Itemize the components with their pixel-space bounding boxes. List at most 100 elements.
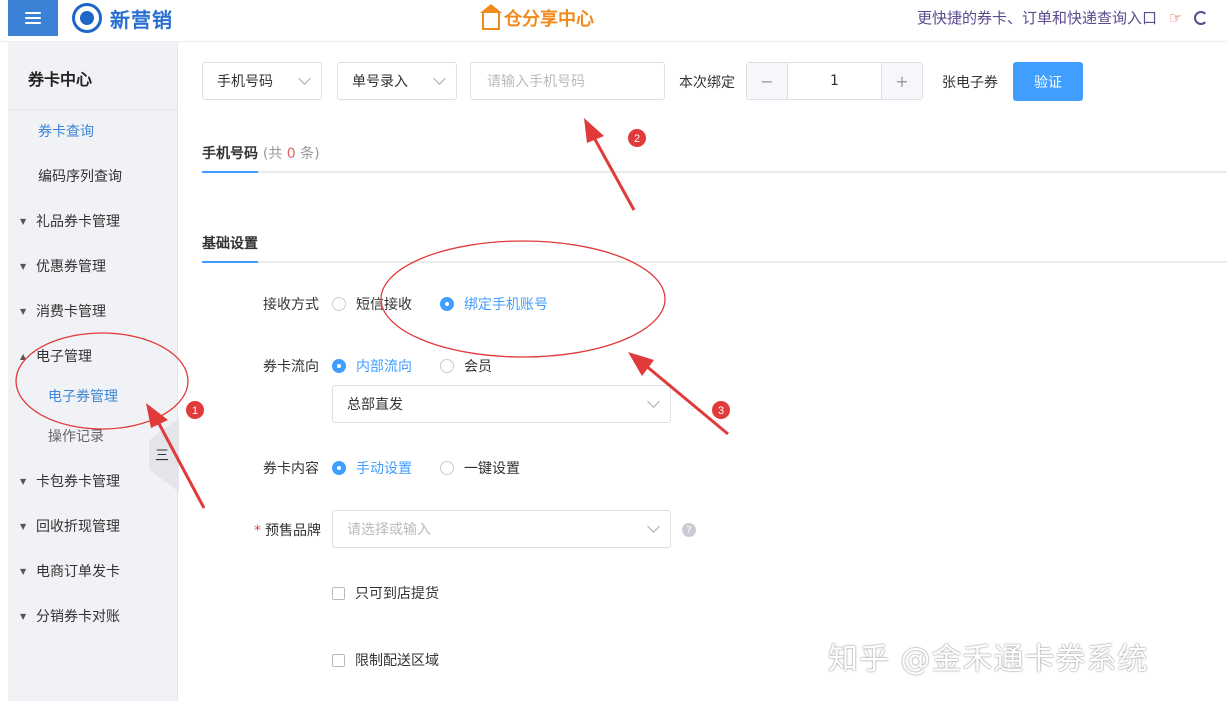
tab-divider xyxy=(202,171,1227,173)
logo-icon xyxy=(72,3,102,33)
tab-phone-number[interactable]: 手机号码 (共 0 条) xyxy=(202,143,320,163)
caret-down-icon: ▼ xyxy=(20,566,27,576)
home-icon xyxy=(480,4,502,30)
sidebar-item-coupons[interactable]: ▼ 优惠券管理 xyxy=(8,255,178,277)
radio-bind-phone[interactable]: 绑定手机账号 xyxy=(440,294,548,314)
radio-manual-setting[interactable]: 手动设置 xyxy=(332,458,412,478)
checkbox-label: 只可到店提货 xyxy=(355,586,439,602)
checkbox-limit-delivery-area[interactable]: 限制配送区域 xyxy=(332,650,439,670)
radio-label: 一键设置 xyxy=(464,461,520,477)
center-title[interactable]: 仓分享中心 xyxy=(480,4,594,31)
quantity-stepper[interactable]: − 1 + xyxy=(746,62,923,100)
sidebar-item-label: 分销券卡对账 xyxy=(36,609,120,625)
radio-label: 内部流向 xyxy=(356,359,412,375)
sidebar-item-distribution-reconcile[interactable]: ▼ 分销券卡对账 xyxy=(8,605,178,627)
sidebar-title: 券卡中心 xyxy=(8,42,177,110)
presale-brand-label: * 预售品牌 xyxy=(254,520,321,540)
caret-down-icon: ▼ xyxy=(20,261,27,271)
help-icon[interactable]: ? xyxy=(682,523,696,537)
tab-divider xyxy=(202,261,1227,263)
sidebar-item-coupon-query[interactable]: 券卡查询 xyxy=(8,120,178,142)
select-value: 手机号码 xyxy=(217,74,273,90)
caret-up-icon: ▲ xyxy=(20,351,27,361)
sidebar-item-code-sequence[interactable]: 编码序列查询 xyxy=(8,165,178,187)
radio-member[interactable]: 会员 xyxy=(440,356,492,376)
quick-query-link[interactable]: 更快捷的券卡、订单和快递查询入口 ☞ xyxy=(917,7,1209,28)
chevron-down-icon xyxy=(433,72,446,85)
radio-sms-receive[interactable]: 短信接收 xyxy=(332,294,412,314)
sidebar-item-label: 电子管理 xyxy=(36,349,92,365)
radio-internal-flow[interactable]: 内部流向 xyxy=(332,356,412,376)
radio-label: 手动设置 xyxy=(356,461,412,477)
logo[interactable]: 新营销 xyxy=(72,3,173,33)
select-placeholder: 请选择或输入 xyxy=(347,522,431,538)
sidebar-item-ecommerce-orders[interactable]: ▼ 电商订单发卡 xyxy=(8,560,178,582)
menu-button[interactable] xyxy=(8,0,58,36)
checkbox-label: 限制配送区域 xyxy=(355,653,439,669)
checkbox-box xyxy=(332,586,345,600)
caret-down-icon: ▼ xyxy=(20,611,27,621)
coupon-flow-label: 券卡流向 xyxy=(263,359,319,375)
brand-name: 新营销 xyxy=(110,7,173,32)
phone-number-input[interactable]: 请输入手机号码 xyxy=(470,62,665,100)
sidebar-item-electronic[interactable]: ▲ 电子管理 xyxy=(8,345,178,367)
tab-count: (共 0 条) xyxy=(263,146,320,162)
collapse-icon: 三 xyxy=(155,448,169,464)
radio-one-click-setting[interactable]: 一键设置 xyxy=(440,458,520,478)
count-prefix: (共 xyxy=(262,146,283,162)
select-value: 单号录入 xyxy=(352,74,408,90)
presale-brand-select[interactable]: 请选择或输入 xyxy=(332,510,671,548)
tab-active-underline xyxy=(202,261,258,263)
sidebar-item-card-wallet[interactable]: ▼ 卡包券卡管理 xyxy=(8,470,178,492)
radio-label: 会员 xyxy=(464,359,492,375)
sidebar-item-label: 回收折现管理 xyxy=(36,519,120,535)
sidebar: 券卡中心 券卡查询 编码序列查询 ▼ 礼品券卡管理 ▼ 优惠券管理 ▼ 消费卡管理 ▲… xyxy=(8,42,178,701)
count-suffix: 条) xyxy=(300,146,320,162)
increment-button[interactable]: + xyxy=(881,63,922,99)
query-type-select[interactable]: 手机号码 xyxy=(202,62,322,100)
stepper-value[interactable]: 1 xyxy=(788,63,881,99)
unit-label: 张电子券 xyxy=(942,75,998,91)
hamburger-icon xyxy=(25,12,41,24)
sidebar-item-consumer-cards[interactable]: ▼ 消费卡管理 xyxy=(8,300,178,322)
radio-circle xyxy=(440,461,454,475)
sidebar-item-e-coupons[interactable]: 电子券管理 xyxy=(8,385,178,407)
sidebar-item-label: 优惠券管理 xyxy=(36,259,106,275)
coupon-content-label: 券卡内容 xyxy=(263,461,319,477)
radio-circle xyxy=(332,297,346,311)
sidebar-item-recycle-cash[interactable]: ▼ 回收折现管理 xyxy=(8,515,178,537)
chevron-down-icon xyxy=(647,520,660,533)
caret-down-icon: ▼ xyxy=(20,306,27,316)
hand-pointer-icon: ☞ xyxy=(1169,8,1183,27)
entry-mode-select[interactable]: 单号录入 xyxy=(337,62,457,100)
checkbox-store-pickup-only[interactable]: 只可到店提货 xyxy=(332,583,439,603)
refresh-icon[interactable] xyxy=(1194,10,1209,25)
flow-target-select[interactable]: 总部直发 xyxy=(332,385,671,423)
radio-label: 短信接收 xyxy=(356,297,412,313)
quick-query-text: 更快捷的券卡、订单和快递查询入口 xyxy=(917,9,1158,27)
select-value: 总部直发 xyxy=(347,397,403,413)
sidebar-item-label: 编码序列查询 xyxy=(38,169,122,185)
caret-down-icon: ▼ xyxy=(20,216,27,226)
radio-circle xyxy=(332,461,346,475)
top-bar: 新营销 仓分享中心 更快捷的券卡、订单和快递查询入口 ☞ xyxy=(0,0,1227,42)
radio-circle xyxy=(440,297,454,311)
label-text: 预售品牌 xyxy=(265,523,321,539)
tab-basic-settings[interactable]: 基础设置 xyxy=(202,233,258,253)
bind-label: 本次绑定 xyxy=(679,75,735,91)
radio-circle xyxy=(332,359,346,373)
decrement-button[interactable]: − xyxy=(747,63,788,99)
input-placeholder: 请输入手机号码 xyxy=(487,74,585,90)
sidebar-item-gift-cards[interactable]: ▼ 礼品券卡管理 xyxy=(8,210,178,232)
center-title-text: 仓分享中心 xyxy=(504,9,594,30)
sidebar-item-label: 券卡查询 xyxy=(38,124,94,140)
verify-button[interactable]: 验证 xyxy=(1013,62,1083,101)
chevron-down-icon xyxy=(647,395,660,408)
sidebar-item-label: 卡包券卡管理 xyxy=(36,474,120,490)
checkbox-box xyxy=(332,653,345,667)
sidebar-item-label: 礼品券卡管理 xyxy=(36,214,120,230)
sidebar-item-label: 电商订单发卡 xyxy=(36,564,120,580)
chevron-down-icon xyxy=(298,72,311,85)
radio-circle xyxy=(440,359,454,373)
tab-active-underline xyxy=(202,171,258,173)
